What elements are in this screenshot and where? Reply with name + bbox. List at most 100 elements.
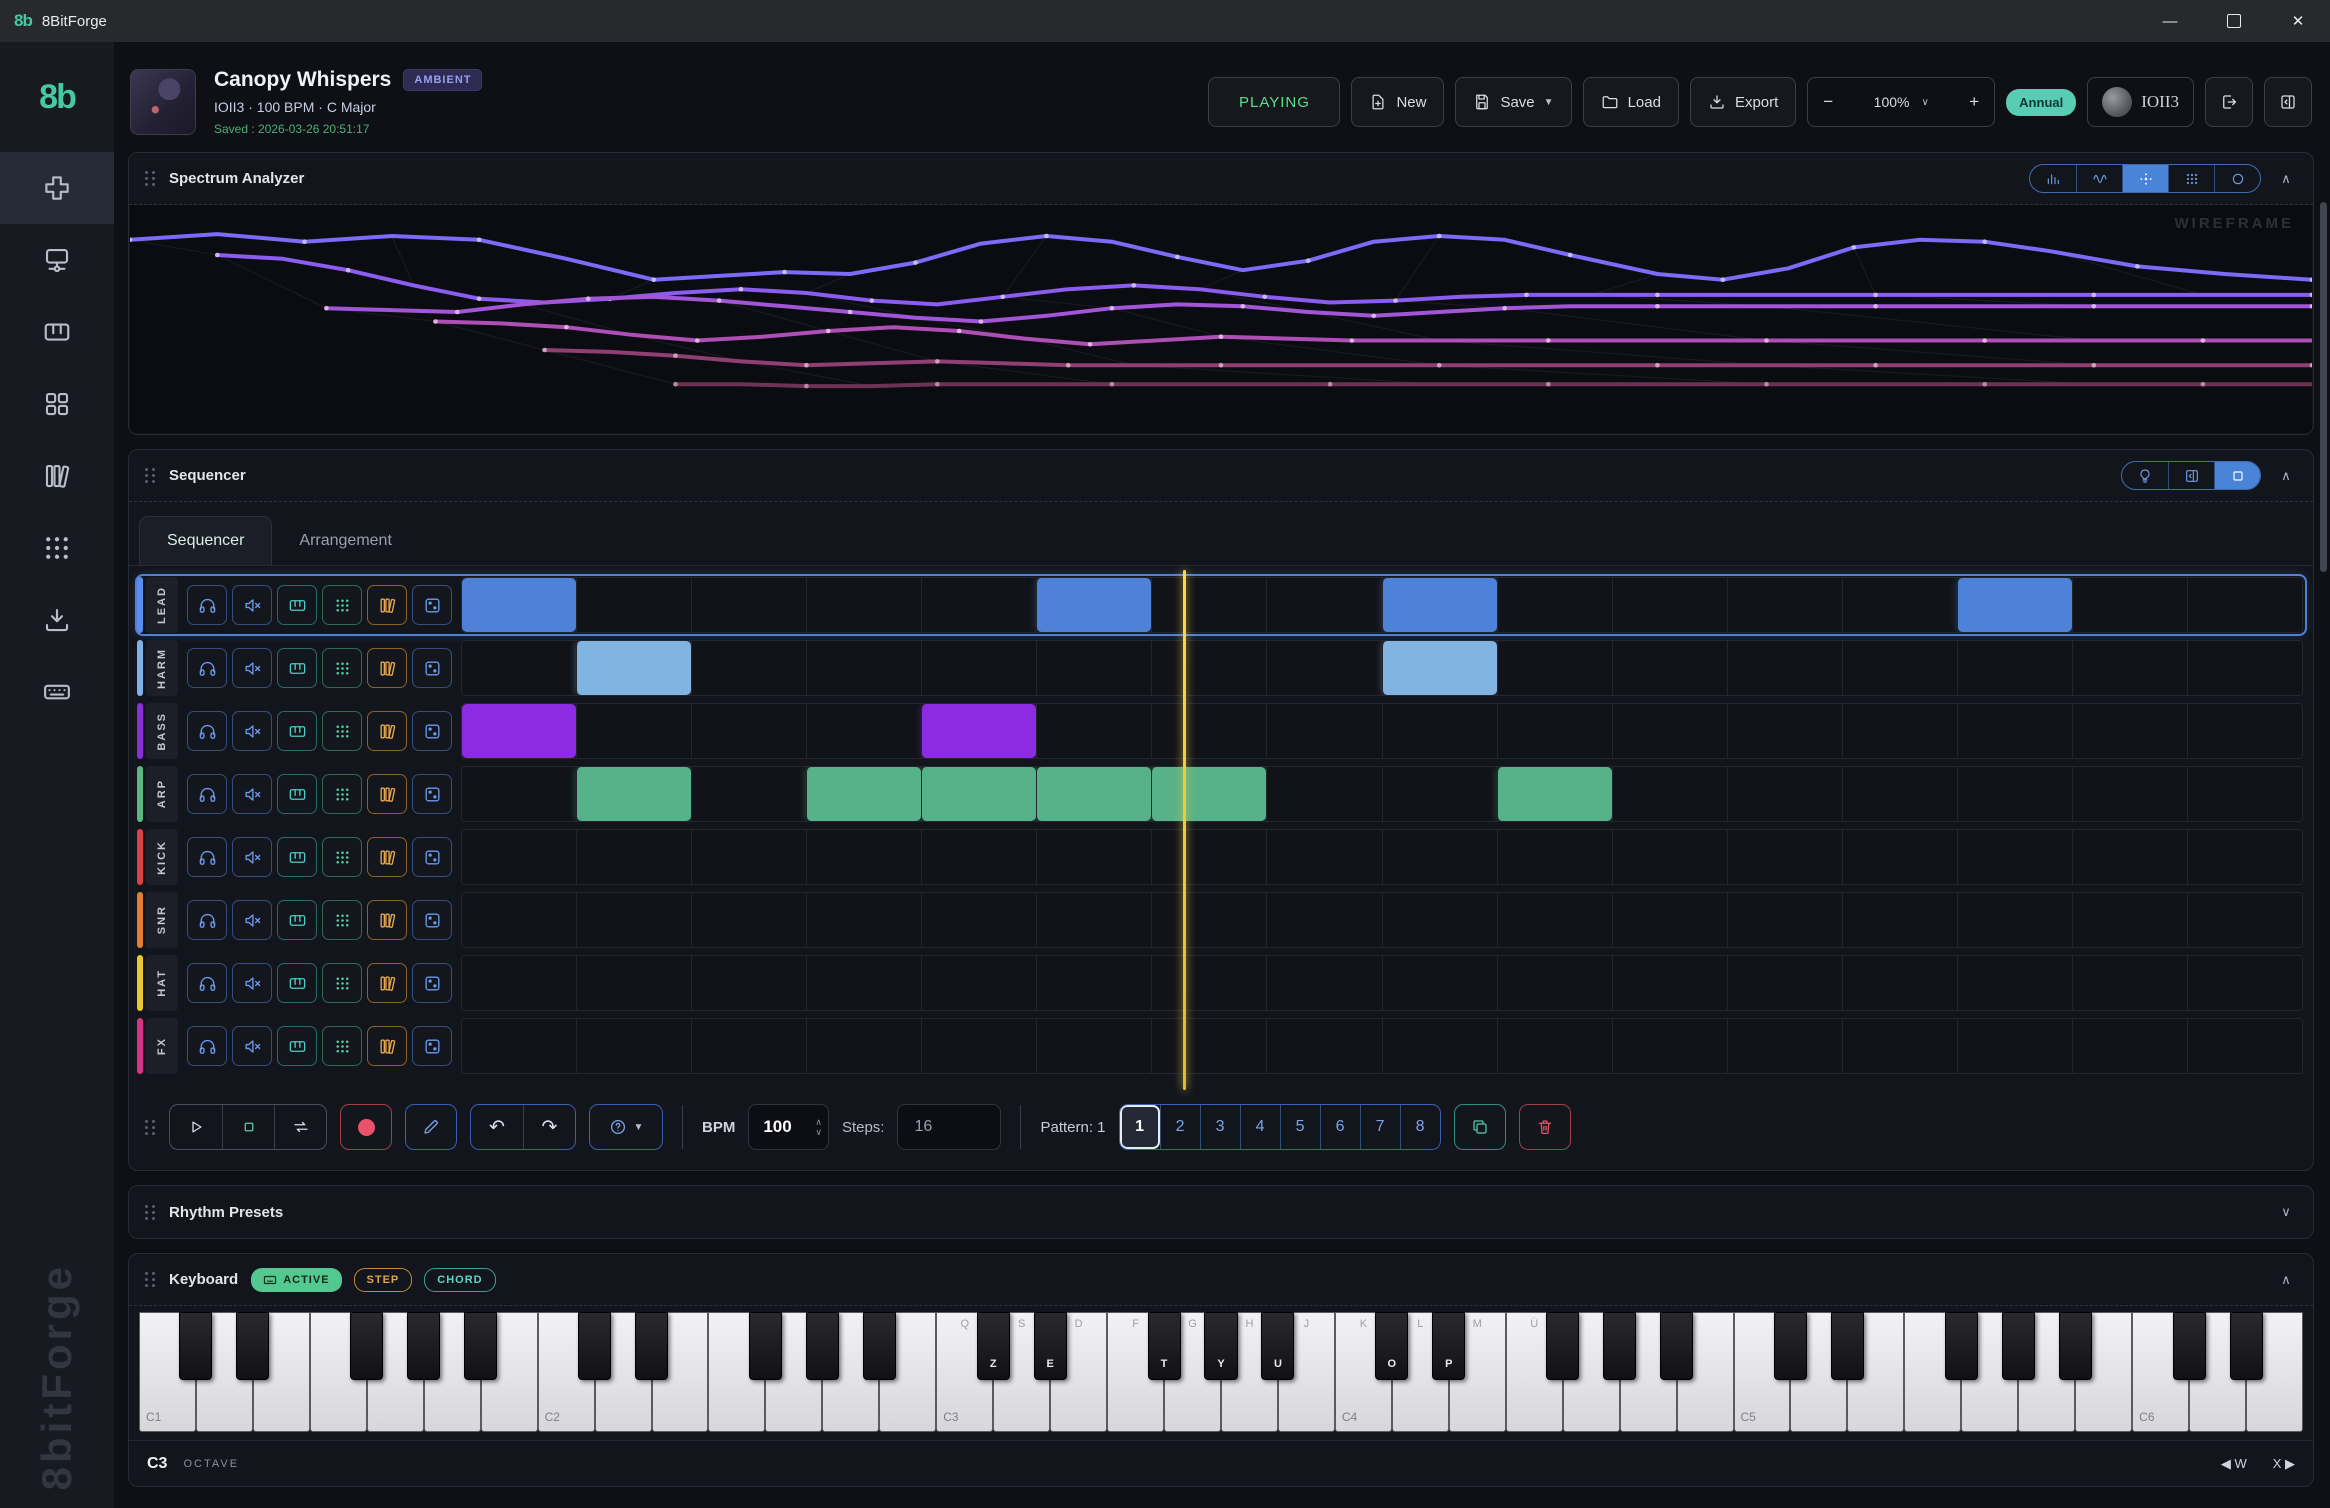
step-cell-8[interactable] [1266,893,1381,947]
step-cell-15[interactable] [2072,893,2187,947]
step-cell-1[interactable] [462,641,576,695]
loop-button[interactable] [274,1105,326,1149]
black-key[interactable] [1945,1312,1978,1380]
black-key[interactable] [407,1312,440,1380]
step-cell-15[interactable] [2072,1019,2187,1073]
step-cell-5[interactable] [921,641,1036,695]
step-cell-5[interactable] [921,956,1036,1010]
solo-button[interactable] [187,837,227,877]
grid-mode-button[interactable] [322,1026,362,1066]
step-cell-2[interactable] [576,767,691,821]
piano-mode-button[interactable] [277,1026,317,1066]
step-cell-10[interactable] [1497,830,1612,884]
step-cell-8[interactable] [1266,956,1381,1010]
step-cell-16[interactable] [2187,767,2302,821]
step-cell-16[interactable] [2187,641,2302,695]
step-cell-6[interactable] [1036,956,1151,1010]
step-cell-13[interactable] [1842,893,1957,947]
piano-mode-button[interactable] [277,711,317,751]
randomize-button[interactable] [412,585,452,625]
steps-input[interactable]: 16 [897,1104,1001,1150]
solo-button[interactable] [187,711,227,751]
maximize-button[interactable] [2202,0,2266,42]
mute-button[interactable] [232,774,272,814]
black-key[interactable]: Z [977,1312,1010,1380]
sidebar-item-library[interactable] [0,440,114,512]
piano-mode-button[interactable] [277,648,317,688]
zoom-out-button[interactable]: − [1808,78,1848,126]
library-button[interactable] [367,585,407,625]
load-button[interactable]: Load [1583,77,1679,127]
step-cell-16[interactable] [2187,1019,2302,1073]
grid-mode-button[interactable] [322,900,362,940]
black-key[interactable] [863,1312,896,1380]
mute-button[interactable] [232,711,272,751]
step-cell-5[interactable] [921,893,1036,947]
step-cell-14[interactable] [1957,830,2072,884]
step-cell-4[interactable] [806,830,921,884]
solo-button[interactable] [187,900,227,940]
pattern-button-6[interactable]: 6 [1320,1105,1360,1149]
step-cell-3[interactable] [691,641,806,695]
new-button[interactable]: New [1351,77,1444,127]
sidebar-item-download[interactable] [0,584,114,656]
bpm-input[interactable]: 100 ∧∨ [748,1104,829,1150]
step-cell-15[interactable] [2072,956,2187,1010]
step-cell-3[interactable] [691,1019,806,1073]
grid-mode-button[interactable] [322,963,362,1003]
step-cell-4[interactable] [806,578,921,632]
drag-handle[interactable] [145,1272,156,1287]
grid-mode-button[interactable] [322,711,362,751]
step-cell-8[interactable] [1266,1019,1381,1073]
record-button[interactable] [340,1104,392,1150]
step-cell-12[interactable] [1727,767,1842,821]
step-cell-12[interactable] [1727,893,1842,947]
step-cell-10[interactable] [1497,767,1612,821]
sidebar-item-matrix[interactable] [0,512,114,584]
randomize-button[interactable] [412,837,452,877]
step-cell-13[interactable] [1842,704,1957,758]
randomize-button[interactable] [412,648,452,688]
piano-mode-button[interactable] [277,963,317,1003]
grid-mode-button[interactable] [322,837,362,877]
step-cell-13[interactable] [1842,767,1957,821]
step-cell-3[interactable] [691,893,806,947]
black-key[interactable] [2230,1312,2263,1380]
octave-up-button[interactable]: X ▶ [2273,1456,2295,1472]
step-cell-10[interactable] [1497,956,1612,1010]
piano-mode-button[interactable] [277,900,317,940]
step-cell-6[interactable] [1036,893,1151,947]
step-cell-1[interactable] [462,893,576,947]
black-key[interactable] [2059,1312,2092,1380]
randomize-button[interactable] [412,900,452,940]
step-cell-13[interactable] [1842,641,1957,695]
library-button[interactable] [367,711,407,751]
library-button[interactable] [367,837,407,877]
black-key[interactable] [1660,1312,1693,1380]
sidebar-item-dpad[interactable] [0,152,114,224]
randomize-button[interactable] [412,963,452,1003]
step-cell-14[interactable] [1957,767,2072,821]
step-cell-4[interactable] [806,704,921,758]
step-cell-5[interactable] [921,830,1036,884]
grid-mode-button[interactable] [322,774,362,814]
piano-mode-button[interactable] [277,585,317,625]
black-key[interactable]: E [1034,1312,1067,1380]
solo-button[interactable] [187,1026,227,1066]
step-cell-1[interactable] [462,956,576,1010]
step-cell-11[interactable] [1612,1019,1727,1073]
step-cell-15[interactable] [2072,578,2187,632]
randomize-button[interactable] [412,711,452,751]
step-cell-11[interactable] [1612,956,1727,1010]
step-cell-8[interactable] [1266,578,1381,632]
step-cell-16[interactable] [2187,956,2302,1010]
step-cell-6[interactable] [1036,1019,1151,1073]
black-key[interactable]: T [1148,1312,1181,1380]
step-cell-7[interactable] [1151,767,1266,821]
step-cell-4[interactable] [806,641,921,695]
sequencer-view-square[interactable] [2214,462,2260,489]
black-key[interactable] [464,1312,497,1380]
pattern-button-3[interactable]: 3 [1200,1105,1240,1149]
step-cell-12[interactable] [1727,578,1842,632]
solo-button[interactable] [187,774,227,814]
